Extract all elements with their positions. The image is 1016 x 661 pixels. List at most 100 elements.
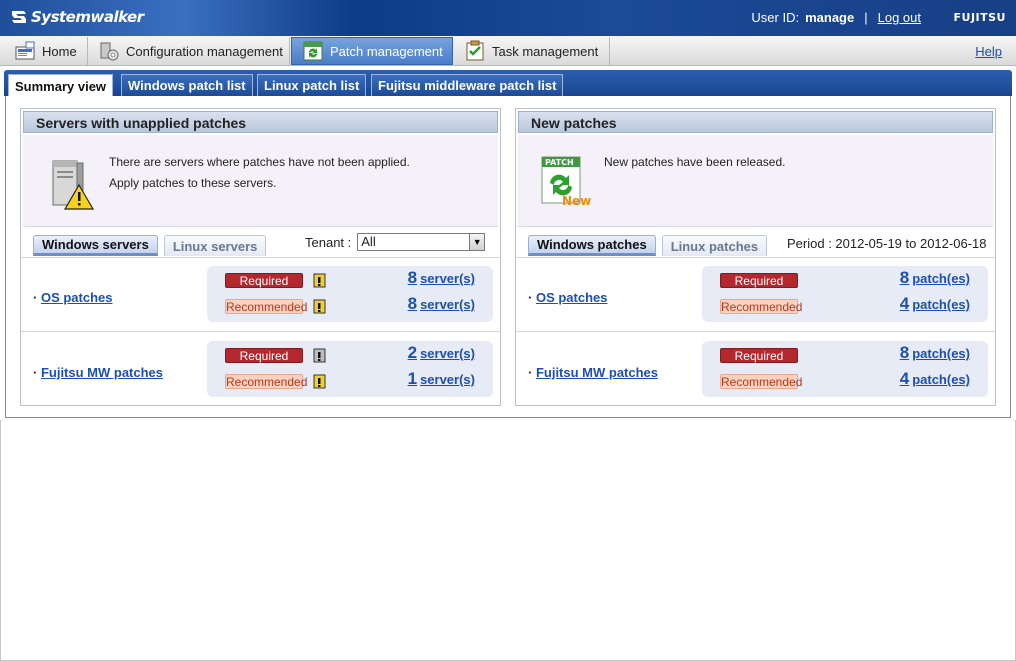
recommended-badge: Recommended xyxy=(225,299,308,314)
required-badge: Required xyxy=(720,348,798,363)
recommended-badge: Recommended xyxy=(225,374,308,389)
required-badge: Required xyxy=(225,348,303,363)
required-count-link[interactable]: 8 patch(es) xyxy=(900,343,970,363)
nav-home-label: Home xyxy=(42,43,77,59)
message-line-2: Apply patches to these servers. xyxy=(109,176,277,190)
systemwalker-logo: Systemwalker xyxy=(10,8,144,26)
tab-fujitsu-middleware-patch-list[interactable]: Fujitsu middleware patch list xyxy=(371,74,564,96)
count-unit: patch(es) xyxy=(912,297,970,312)
count-unit: server(s) xyxy=(420,297,475,312)
nav-configuration-label: Configuration management xyxy=(126,43,283,59)
tab-linux-patches[interactable]: Linux patches xyxy=(661,235,768,256)
divider xyxy=(516,331,995,332)
divider xyxy=(21,257,500,258)
os-patches-counts: Required 8 server(s) Recommended 8 server(… xyxy=(207,266,493,322)
lock-warning-icon xyxy=(313,273,326,288)
message-line-1: There are servers where patches have not… xyxy=(109,155,410,169)
subtabs-bar: Summary view Windows patch list Linux pa… xyxy=(4,70,1012,97)
user-bar: User ID: manage | Log out xyxy=(751,10,921,25)
fujitsu-mw-patches-row: · Fujitsu MW patches xyxy=(33,365,164,380)
os-patches-link[interactable]: OS patches xyxy=(41,290,113,305)
systemwalker-logo-icon xyxy=(12,11,26,23)
panel-title: New patches xyxy=(518,111,993,133)
panel-message: PATCH New New patches have been released… xyxy=(518,135,993,227)
recommended-count-link[interactable]: 4 patch(es) xyxy=(900,294,970,314)
fujitsu-mw-counts: Required 2 server(s) Recommended 1 server(… xyxy=(207,341,493,397)
required-count-link[interactable]: 2 server(s) xyxy=(408,343,475,363)
tenant-value: All xyxy=(361,234,376,249)
panel-message: There are servers where patches have not… xyxy=(23,135,498,227)
required-badge: Required xyxy=(720,273,798,288)
required-count-link[interactable]: 8 patch(es) xyxy=(900,268,970,288)
divider xyxy=(21,331,500,332)
nav-patch-label: Patch management xyxy=(330,43,443,59)
count-number: 4 xyxy=(899,369,910,388)
recommended-badge: Recommended xyxy=(720,374,803,389)
recommended-count-link[interactable]: 8 server(s) xyxy=(408,294,475,314)
chevron-down-icon[interactable]: ▼ xyxy=(469,234,485,250)
server-os-tabs: Windows servers Linux servers xyxy=(33,235,272,256)
home-icon xyxy=(14,40,36,62)
help-link[interactable]: Help xyxy=(975,44,1002,59)
count-unit: patch(es) xyxy=(912,271,970,286)
panel-message-text: There are servers where patches have not… xyxy=(109,152,410,194)
fujitsu-mw-patches-row: · Fujitsu MW patches xyxy=(528,365,659,380)
patch-os-tabs: Windows patches Linux patches xyxy=(528,235,773,256)
fujitsu-mw-counts: Required 8 patch(es) Recommended 4 patch(e… xyxy=(702,341,988,397)
configuration-icon xyxy=(98,40,120,62)
tab-linux-servers[interactable]: Linux servers xyxy=(163,235,267,256)
nav-home[interactable]: Home xyxy=(4,37,88,65)
nav-configuration-management[interactable]: Configuration management xyxy=(88,37,290,65)
recommended-count-link[interactable]: 1 server(s) xyxy=(408,369,475,389)
svg-text:New: New xyxy=(562,194,591,208)
tab-windows-servers[interactable]: Windows servers xyxy=(33,235,158,256)
new-patch-icon: PATCH New xyxy=(540,155,592,212)
empty-workspace xyxy=(0,420,1016,661)
count-number: 8 xyxy=(899,268,910,287)
recommended-count-link[interactable]: 4 patch(es) xyxy=(900,369,970,389)
task-icon xyxy=(464,40,486,62)
lock-warning-icon xyxy=(313,299,326,314)
svg-text:PATCH: PATCH xyxy=(545,158,574,167)
fujitsu-mw-patches-link[interactable]: Fujitsu MW patches xyxy=(41,365,163,380)
required-badge: Required xyxy=(225,273,303,288)
top-header-bar: Systemwalker User ID: manage | Log out F… xyxy=(0,0,1016,36)
tab-linux-patch-list[interactable]: Linux patch list xyxy=(257,74,367,96)
os-patches-counts: Required 8 patch(es) Recommended 4 patch(e… xyxy=(702,266,988,322)
os-patches-row: · OS patches xyxy=(33,290,113,305)
os-patches-row: · OS patches xyxy=(528,290,608,305)
nav-task-management[interactable]: Task management xyxy=(454,37,610,65)
count-unit: patch(es) xyxy=(912,372,970,387)
user-id-value: manage xyxy=(805,10,855,25)
count-number: 2 xyxy=(407,343,418,362)
fujitsu-brand-logo: FUJITSU xyxy=(953,11,1006,24)
panel-message-text: New patches have been released. xyxy=(604,152,785,173)
count-unit: server(s) xyxy=(420,271,475,286)
logout-link[interactable]: Log out xyxy=(878,10,921,25)
tenant-label: Tenant : xyxy=(305,234,352,250)
count-number: 4 xyxy=(899,294,910,313)
tab-windows-patch-list[interactable]: Windows patch list xyxy=(121,74,253,96)
tab-windows-patches[interactable]: Windows patches xyxy=(528,235,656,256)
separator: | xyxy=(864,10,868,25)
recommended-badge: Recommended xyxy=(720,299,803,314)
user-id-label: User ID: xyxy=(751,10,800,25)
tab-summary-view[interactable]: Summary view xyxy=(8,74,114,97)
fujitsu-mw-patches-link[interactable]: Fujitsu MW patches xyxy=(536,365,658,380)
logo-text: Systemwalker xyxy=(31,8,144,26)
tenant-select[interactable]: All ▼ xyxy=(357,233,486,251)
servers-unapplied-panel: Servers with unapplied patches There are… xyxy=(20,108,501,406)
count-number: 1 xyxy=(407,369,418,388)
lock-icon xyxy=(313,348,326,363)
required-count-link[interactable]: 8 server(s) xyxy=(408,268,475,288)
tenant-filter: Tenant : All ▼ xyxy=(305,233,486,251)
count-number: 8 xyxy=(407,294,418,313)
message-line-1: New patches have been released. xyxy=(604,155,786,169)
period-label: Period : 2012-05-19 to 2012-06-18 xyxy=(787,236,987,251)
server-warning-icon xyxy=(47,155,95,214)
os-patches-link[interactable]: OS patches xyxy=(536,290,608,305)
patch-icon xyxy=(302,40,324,62)
nav-task-label: Task management xyxy=(492,43,599,59)
nav-patch-management[interactable]: Patch management xyxy=(291,37,453,65)
new-patches-panel: New patches PATCH New New patches have b… xyxy=(515,108,996,406)
